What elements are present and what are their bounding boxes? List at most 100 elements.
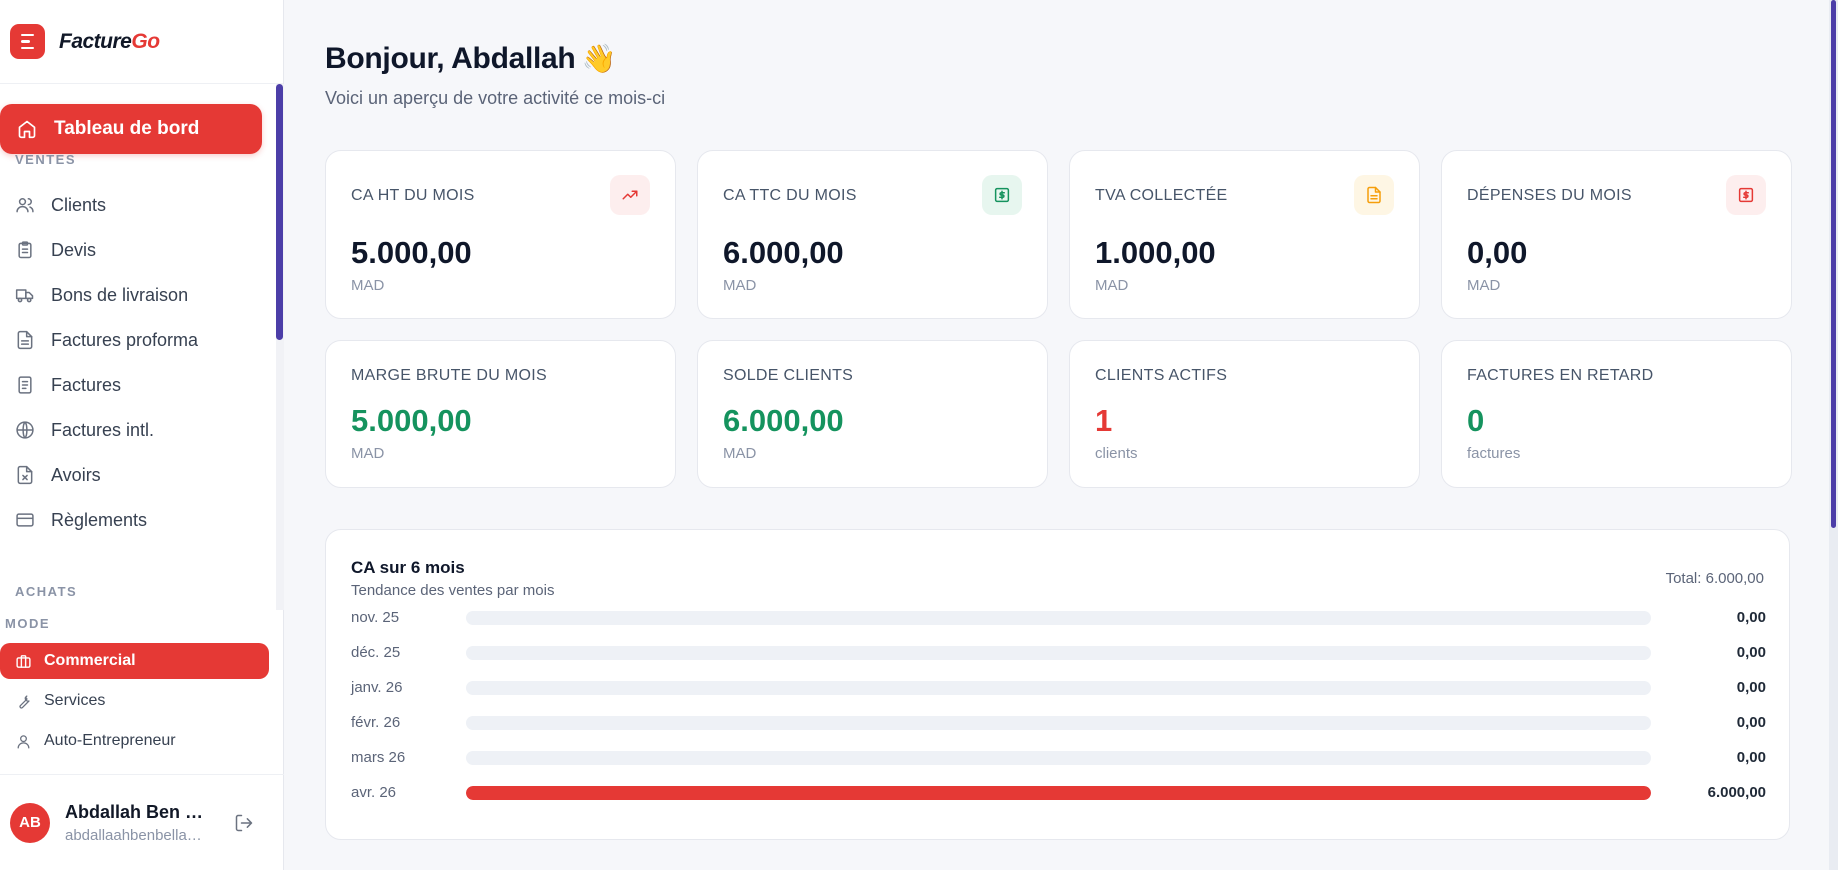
page-scrollbar[interactable] <box>1829 0 1838 870</box>
brand: FactureGo <box>0 0 283 84</box>
user-info: Abdallah Ben Bella abdallaahbenbella@gma… <box>65 802 215 844</box>
brand-name-part1: Facture <box>59 29 132 53</box>
chart-bar <box>466 786 1651 800</box>
sidebar-nav: Tableau de bord VENTES Clients Devis Bon… <box>0 84 284 610</box>
sidebar: FactureGo Tableau de bord VENTES Clients… <box>0 0 284 870</box>
chart-month-label: avr. 26 <box>351 784 397 801</box>
mode-option-auto-entrepreneur[interactable]: Auto-Entrepreneur <box>0 723 269 759</box>
user-icon <box>14 732 32 750</box>
file-icon <box>1354 175 1394 215</box>
stat-value: 1.000,00 <box>1095 235 1216 270</box>
sidebar-item-label: Règlements <box>51 509 148 530</box>
page-title: Bonjour, Abdallah 👋 <box>325 42 616 76</box>
sidebar-item-factures-intl[interactable]: Factures intl. <box>0 410 270 450</box>
clipboard-icon <box>14 239 36 261</box>
chart-month-label: déc. 25 <box>351 644 401 661</box>
chart-bar-track <box>466 611 1651 625</box>
sidebar-item-label: Factures <box>51 374 122 395</box>
mode-option-services[interactable]: Services <box>0 683 269 719</box>
section-label-achats: ACHATS <box>15 584 78 599</box>
chart-bar-track <box>466 716 1651 730</box>
chart-month-label: févr. 26 <box>351 714 401 731</box>
brand-name-part2: Go <box>131 29 160 53</box>
sidebar-item-factures-proforma[interactable]: Factures proforma <box>0 320 270 360</box>
stat-card-marge-brute: MARGE BRUTE DU MOIS 5.000,00 MAD <box>325 340 676 488</box>
menu-icon[interactable] <box>10 24 45 59</box>
sidebar-item-reglements[interactable]: Règlements <box>0 500 270 540</box>
wrench-icon <box>14 692 32 710</box>
stat-value: 1 <box>1095 403 1113 438</box>
chart-row: mars 26 0,00 <box>351 746 1766 770</box>
avatar[interactable]: AB <box>10 802 50 843</box>
stat-card-ca-ht: CA HT DU MOIS 5.000,00 MAD <box>325 150 676 319</box>
brand-logo[interactable]: FactureGo <box>59 30 160 54</box>
sidebar-item-bons-livraison[interactable]: Bons de livraison <box>0 275 270 315</box>
mode-option-label: Auto-Entrepreneur <box>44 732 176 749</box>
sidebar-scrollbar[interactable] <box>276 84 284 610</box>
chart-month-label: janv. 26 <box>351 679 403 696</box>
stat-value: 5.000,00 <box>351 403 472 438</box>
user-email: abdallaahbenbella@gmail.com <box>65 826 215 844</box>
chart-total: Total: 6.000,00 <box>1665 570 1764 587</box>
chart-row: févr. 26 0,00 <box>351 711 1766 735</box>
chart-value-label: 0,00 <box>1736 609 1766 626</box>
page-scrollbar-thumb[interactable] <box>1831 0 1836 528</box>
chart-value-label: 6.000,00 <box>1707 784 1766 801</box>
logout-icon[interactable] <box>233 812 255 834</box>
wave-emoji: 👋 <box>581 43 617 74</box>
sidebar-item-factures[interactable]: Factures <box>0 365 270 405</box>
mode-option-commercial[interactable]: Commercial <box>0 643 269 679</box>
stat-unit: MAD <box>723 445 757 462</box>
sidebar-item-dashboard[interactable]: Tableau de bord <box>0 104 262 154</box>
sidebar-scrollbar-thumb[interactable] <box>276 84 283 340</box>
chart-value-label: 0,00 <box>1736 749 1766 766</box>
mode-option-label: Commercial <box>44 652 136 669</box>
chart-value-label: 0,00 <box>1736 679 1766 696</box>
file-text-icon <box>14 329 36 351</box>
stat-unit: MAD <box>1467 277 1501 294</box>
sidebar-item-devis[interactable]: Devis <box>0 230 270 270</box>
user-profile: AB Abdallah Ben Bella abdallaahbenbella@… <box>0 774 284 870</box>
stat-card-depenses: DÉPENSES DU MOIS 0,00 MAD <box>1441 150 1792 319</box>
chart-row: nov. 25 0,00 <box>351 606 1766 630</box>
chart-bar-track <box>466 681 1651 695</box>
stat-card-factures-retard: FACTURES EN RETARD 0 factures <box>1441 340 1792 488</box>
truck-icon <box>14 284 36 306</box>
mode-label: MODE <box>5 616 50 631</box>
sidebar-item-label: Bons de livraison <box>51 284 189 305</box>
stat-label: SOLDE CLIENTS <box>723 367 854 384</box>
briefcase-icon <box>14 652 32 670</box>
stat-label: DÉPENSES DU MOIS <box>1467 187 1632 204</box>
stat-label: MARGE BRUTE DU MOIS <box>351 367 547 384</box>
stat-card-solde-clients: SOLDE CLIENTS 6.000,00 MAD <box>697 340 1048 488</box>
greeting-text: Bonjour, Abdallah <box>325 42 576 75</box>
chart-bar-track <box>466 646 1651 660</box>
globe-icon <box>14 419 36 441</box>
sidebar-item-label: Tableau de bord <box>54 118 200 139</box>
chart-month-label: mars 26 <box>351 749 406 766</box>
sidebar-item-avoirs[interactable]: Avoirs <box>0 455 270 495</box>
chart-bar-track <box>466 751 1651 765</box>
stat-unit: factures <box>1467 445 1521 462</box>
stat-label: CA HT DU MOIS <box>351 187 475 204</box>
page-subtitle: Voici un aperçu de votre activité ce moi… <box>325 88 666 108</box>
stat-value: 6.000,00 <box>723 235 844 270</box>
user-name: Abdallah Ben Bella <box>65 801 215 822</box>
receipt-icon <box>14 374 36 396</box>
dollar-square-icon <box>1726 175 1766 215</box>
stat-unit: clients <box>1095 445 1138 462</box>
stat-label: CLIENTS ACTIFS <box>1095 367 1228 384</box>
stat-card-clients-actifs: CLIENTS ACTIFS 1 clients <box>1069 340 1420 488</box>
stat-label: TVA COLLECTÉE <box>1095 187 1228 204</box>
chart-bar-track <box>466 786 1651 800</box>
stat-unit: MAD <box>723 277 757 294</box>
mode-option-label: Services <box>44 692 106 709</box>
chart-row: déc. 25 0,00 <box>351 641 1766 665</box>
chart-row: avr. 26 6.000,00 <box>351 781 1766 805</box>
revenue-chart-card: CA sur 6 mois Tendance des ventes par mo… <box>325 529 1790 840</box>
stat-value: 0,00 <box>1467 235 1528 270</box>
sidebar-item-label: Devis <box>51 239 97 260</box>
stat-value: 6.000,00 <box>723 403 844 438</box>
stat-label: CA TTC DU MOIS <box>723 187 857 204</box>
sidebar-item-clients[interactable]: Clients <box>0 185 270 225</box>
